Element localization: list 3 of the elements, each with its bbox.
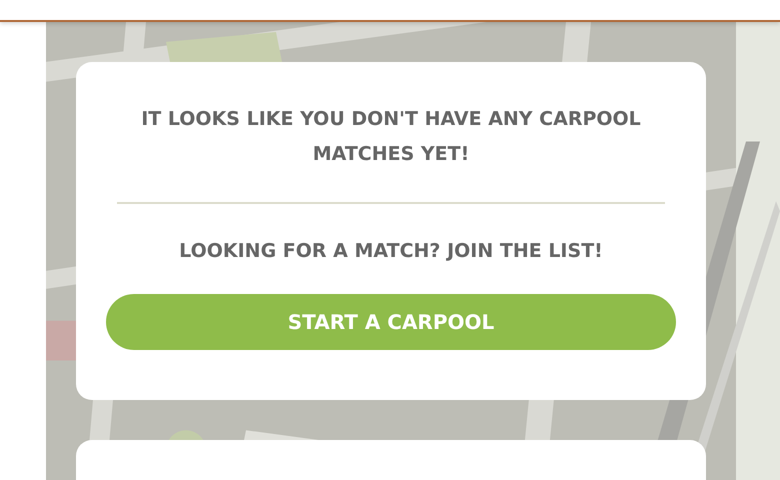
start-carpool-button[interactable]: START A CARPOOL bbox=[106, 294, 676, 350]
join-list-prompt: LOOKING FOR A MATCH? JOIN THE LIST! bbox=[179, 240, 603, 262]
empty-state-message: IT LOOKS LIKE YOU DON'T HAVE ANY CARPOOL MATCHES YET! bbox=[140, 107, 642, 167]
